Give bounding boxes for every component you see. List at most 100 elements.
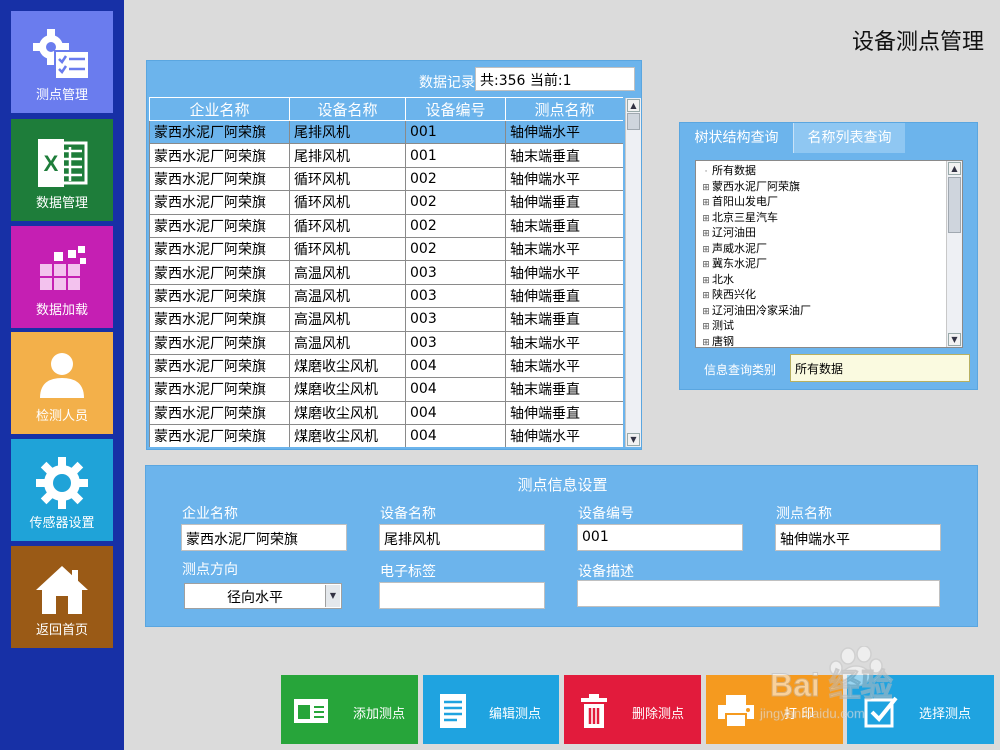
watermark-text: Bai 经验 — [770, 667, 893, 703]
table-row[interactable]: 蒙西水泥厂阿荣旗 循环风机 002 轴末端垂直 — [149, 213, 623, 238]
table-row[interactable]: 蒙西水泥厂阿荣旗 循环风机 002 轴伸端垂直 — [149, 190, 623, 215]
table-row[interactable]: 蒙西水泥厂阿荣旗 尾排风机 001 轴伸端水平 — [149, 119, 623, 145]
table-row[interactable]: 蒙西水泥厂阿荣旗 高温风机 003 轴伸端垂直 — [149, 283, 623, 309]
table-row[interactable]: 蒙西水泥厂阿荣旗 煤磨收尘风机 004 轴伸端垂直 — [149, 400, 623, 426]
scroll-up-icon[interactable]: ▲ — [948, 162, 961, 175]
tree-item[interactable]: ⊞ 测试 — [700, 318, 962, 334]
tree-view[interactable]: · 所有数据 ⊞ 蒙西水泥厂阿荣旗 ⊞ 首阳山发电厂 ⊞ 北京三星汽车 ⊞ 辽河油田 ⊞ 声威水泥厂 ⊞… — [695, 160, 963, 348]
edit-point-button[interactable]: 编辑测点 — [423, 675, 559, 744]
table-cell: 循环风机 — [289, 213, 406, 238]
scroll-up-icon[interactable]: ▲ — [627, 99, 640, 112]
table-cell: 轴末端垂直 — [505, 307, 623, 332]
column-header[interactable]: 测点名称 — [505, 97, 623, 121]
table-row[interactable]: 蒙西水泥厂阿荣旗 煤磨收尘风机 004 轴末端垂直 — [149, 377, 623, 402]
table-cell: 003 — [405, 260, 506, 285]
direction-value: 径向水平 — [227, 590, 283, 606]
tree-item-label: 陕西兴化 — [712, 288, 756, 301]
table-cell: 高温风机 — [289, 307, 406, 332]
tag-field[interactable] — [379, 582, 545, 609]
nav-label: 传感器设置 — [29, 516, 95, 531]
tree-scrollbar[interactable]: ▲ ▼ — [946, 161, 962, 347]
records-table[interactable]: 企业名称 设备名称 设备编号 测点名称 蒙西水泥厂阿荣旗 尾排风机 001 轴伸端水平… — [149, 97, 623, 447]
table-cell: 高温风机 — [289, 260, 406, 285]
desc-field[interactable] — [577, 580, 940, 607]
nav-measure-points[interactable]: 测点管理 — [11, 11, 113, 113]
column-header[interactable]: 设备名称 — [289, 97, 406, 121]
query-type-label: 信息查询类别 — [704, 363, 777, 377]
table-cell: 蒙西水泥厂阿荣旗 — [149, 119, 290, 145]
query-type-field[interactable]: 所有数据 — [790, 354, 970, 382]
column-header[interactable]: 企业名称 — [149, 97, 290, 121]
table-cell: 001 — [405, 143, 506, 168]
direction-label: 测点方向 — [182, 562, 238, 578]
table-row[interactable]: 蒙西水泥厂阿荣旗 煤磨收尘风机 004 轴伸端水平 — [149, 424, 623, 447]
desc-label: 设备描述 — [578, 564, 634, 580]
table-cell: 轴伸端垂直 — [505, 400, 623, 426]
scroll-thumb[interactable] — [627, 113, 640, 130]
table-row[interactable]: 蒙西水泥厂阿荣旗 高温风机 003 轴伸端水平 — [149, 260, 623, 285]
point-name-field[interactable]: 轴伸端水平 — [775, 524, 941, 551]
expand-plus-icon[interactable]: ⊞ — [700, 336, 712, 348]
table-cell: 蒙西水泥厂阿荣旗 — [149, 307, 290, 332]
tree-item[interactable]: ⊞ 陕西兴化 — [700, 287, 962, 303]
table-cell: 轴伸端水平 — [505, 260, 623, 285]
svg-text:X: X — [44, 151, 59, 176]
table-cell: 轴伸端水平 — [505, 424, 623, 447]
tree-item[interactable]: ⊞ 北水 — [700, 272, 962, 288]
point-info-title: 测点信息设置 — [517, 476, 608, 494]
tree-item[interactable]: ⊞ 冀东水泥厂 — [700, 256, 962, 272]
table-row[interactable]: 蒙西水泥厂阿荣旗 循环风机 002 轴末端水平 — [149, 236, 623, 262]
table-row[interactable]: 蒙西水泥厂阿荣旗 高温风机 003 轴末端垂直 — [149, 307, 623, 332]
table-cell: 蒙西水泥厂阿荣旗 — [149, 143, 290, 168]
tree-item[interactable]: ⊞ 首阳山发电厂 — [700, 194, 962, 210]
tree-item-label: 北水 — [712, 272, 734, 286]
tab-name-list-query[interactable]: 名称列表查询 — [793, 123, 905, 153]
scroll-down-icon[interactable]: ▼ — [627, 433, 640, 446]
tree-item[interactable]: ⊞ 蒙西水泥厂阿荣旗 — [700, 179, 962, 195]
scroll-down-icon[interactable]: ▼ — [948, 333, 961, 346]
table-cell: 002 — [405, 190, 506, 215]
tree-item[interactable]: ⊞ 辽河油田冷家采油厂 — [700, 303, 962, 319]
table-row[interactable]: 蒙西水泥厂阿荣旗 煤磨收尘风机 004 轴末端水平 — [149, 353, 623, 379]
add-point-button[interactable]: 添加测点 — [281, 675, 418, 744]
tree-item[interactable]: · 所有数据 — [700, 163, 962, 179]
nav-home[interactable]: 返回首页 — [11, 546, 113, 648]
table-cell: 轴伸端垂直 — [505, 190, 623, 215]
table-row[interactable]: 蒙西水泥厂阿荣旗 高温风机 003 轴末端水平 — [149, 330, 623, 355]
table-cell: 004 — [405, 353, 506, 379]
scroll-thumb[interactable] — [948, 177, 961, 233]
tree-item[interactable]: ⊞ 北京三星汽车 — [700, 210, 962, 226]
table-cell: 循环风机 — [289, 190, 406, 215]
tree-item[interactable]: ⊞ 声威水泥厂 — [700, 241, 962, 257]
records-count-field: 共:356 当前:1 — [475, 67, 635, 91]
chevron-down-icon[interactable]: ▼ — [325, 585, 340, 607]
nav-label: 检测人员 — [35, 409, 88, 424]
company-field[interactable]: 蒙西水泥厂阿荣旗 — [181, 524, 347, 551]
tab-tree-query[interactable]: 树状结构查询 — [680, 123, 793, 153]
table-cell: 轴伸端垂直 — [505, 283, 623, 309]
table-cell: 003 — [405, 307, 506, 332]
table-scrollbar[interactable]: ▲ ▼ — [625, 98, 641, 447]
direction-select[interactable]: 径向水平 ▼ — [184, 583, 342, 609]
tree-item[interactable]: ⊞ 唐钢 — [700, 334, 962, 348]
nav-inspectors[interactable]: 检测人员 — [11, 332, 113, 434]
nav-data-loading[interactable]: 数据加载 — [11, 226, 113, 328]
records-label: 数据记录 — [419, 75, 475, 91]
delete-point-button[interactable]: 删除测点 — [564, 675, 701, 744]
device-field[interactable]: 尾排风机 — [379, 524, 545, 551]
nav-sensor-settings[interactable]: 传感器设置 — [11, 439, 113, 541]
nav-data-management[interactable]: X 数据管理 — [11, 119, 113, 221]
table-cell: 煤磨收尘风机 — [289, 353, 406, 379]
table-cell: 002 — [405, 213, 506, 238]
column-header[interactable]: 设备编号 — [405, 97, 506, 121]
tree-item[interactable]: ⊞ 辽河油田 — [700, 225, 962, 241]
table-cell: 004 — [405, 400, 506, 426]
table-cell: 煤磨收尘风机 — [289, 424, 406, 447]
edit-point-label: 编辑测点 — [489, 707, 542, 722]
tree-item-label: 辽河油田 — [712, 226, 756, 239]
table-row[interactable]: 蒙西水泥厂阿荣旗 循环风机 002 轴伸端水平 — [149, 166, 623, 192]
table-cell: 轴末端水平 — [505, 330, 623, 355]
code-field[interactable]: 001 — [577, 524, 743, 551]
table-header-row: 企业名称 设备名称 设备编号 测点名称 — [149, 97, 623, 121]
table-row[interactable]: 蒙西水泥厂阿荣旗 尾排风机 001 轴末端垂直 — [149, 143, 623, 168]
